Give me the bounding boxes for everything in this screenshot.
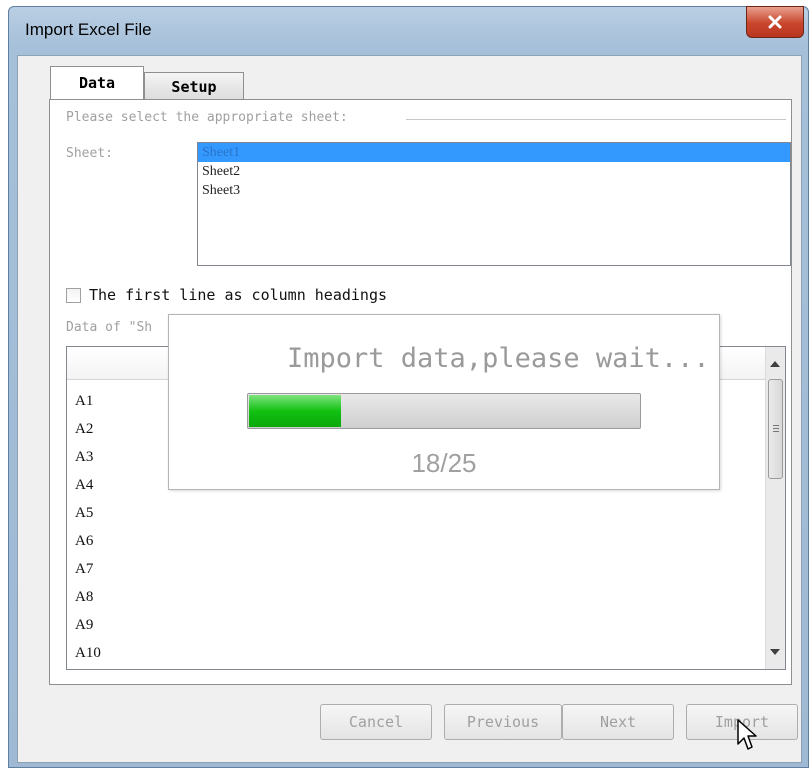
scroll-thumb[interactable] [768, 379, 783, 479]
tab-setup[interactable]: Setup [144, 72, 244, 100]
table-row[interactable]: A8 [75, 583, 101, 611]
dialog-client-area: Data Setup Please select the appropriate… [17, 55, 802, 763]
table-row[interactable]: A1 [75, 387, 101, 415]
table-row[interactable]: A5 [75, 499, 101, 527]
next-button[interactable]: Next [562, 704, 674, 740]
cancel-button[interactable]: Cancel [320, 704, 432, 740]
import-progress-overlay: Import data,please wait... 18/25 [168, 314, 720, 490]
vertical-scrollbar[interactable] [765, 347, 785, 669]
close-button[interactable] [746, 6, 804, 38]
table-row[interactable]: A3 [75, 443, 101, 471]
sheet-list-item-sheet3[interactable]: Sheet3 [198, 181, 790, 200]
close-icon [768, 15, 782, 29]
table-row[interactable]: A7 [75, 555, 101, 583]
grid-rows: A1 A2 A3 A4 A5 A6 A7 A8 A9 A10 [75, 387, 101, 667]
sheet-list-item-sheet1[interactable]: Sheet1 [198, 143, 790, 162]
grip-line [773, 425, 779, 426]
table-row[interactable]: A9 [75, 611, 101, 639]
mouse-pointer-icon [737, 719, 757, 750]
window-title: Import Excel File [25, 20, 152, 39]
import-dialog-window: Import Excel File Data Setup Please sele… [8, 6, 809, 768]
sheet-list-item-sheet2[interactable]: Sheet2 [198, 162, 790, 181]
title-bar[interactable]: Import Excel File [9, 6, 808, 55]
table-row[interactable]: A10 [75, 639, 101, 667]
tab-data[interactable]: Data [50, 66, 144, 99]
table-row[interactable]: A6 [75, 527, 101, 555]
table-row[interactable]: A2 [75, 415, 101, 443]
grip-line [773, 431, 779, 432]
progress-bar [247, 393, 641, 429]
progress-count: 18/25 [411, 448, 477, 478]
scroll-up-arrow-icon[interactable] [770, 361, 780, 367]
headings-checkbox[interactable] [66, 287, 81, 303]
progress-message: Import data,please wait... [287, 343, 710, 374]
grip-line [773, 428, 779, 429]
data-preview-label: Data of "Sh [66, 320, 153, 335]
previous-button[interactable]: Previous [444, 704, 562, 740]
scroll-down-arrow-icon[interactable] [770, 649, 780, 655]
headings-checkbox-label[interactable]: The first line as column headings [89, 286, 387, 304]
group-divider [406, 119, 786, 120]
table-row[interactable]: A4 [75, 471, 101, 499]
headings-checkbox-row[interactable]: The first line as column headings [66, 286, 387, 304]
progress-bar-fill [249, 395, 342, 427]
sheet-group-label: Please select the appropriate sheet: [66, 110, 348, 125]
sheet-listbox[interactable]: Sheet1 Sheet2 Sheet3 [197, 142, 791, 266]
sheet-label: Sheet: [66, 146, 113, 161]
